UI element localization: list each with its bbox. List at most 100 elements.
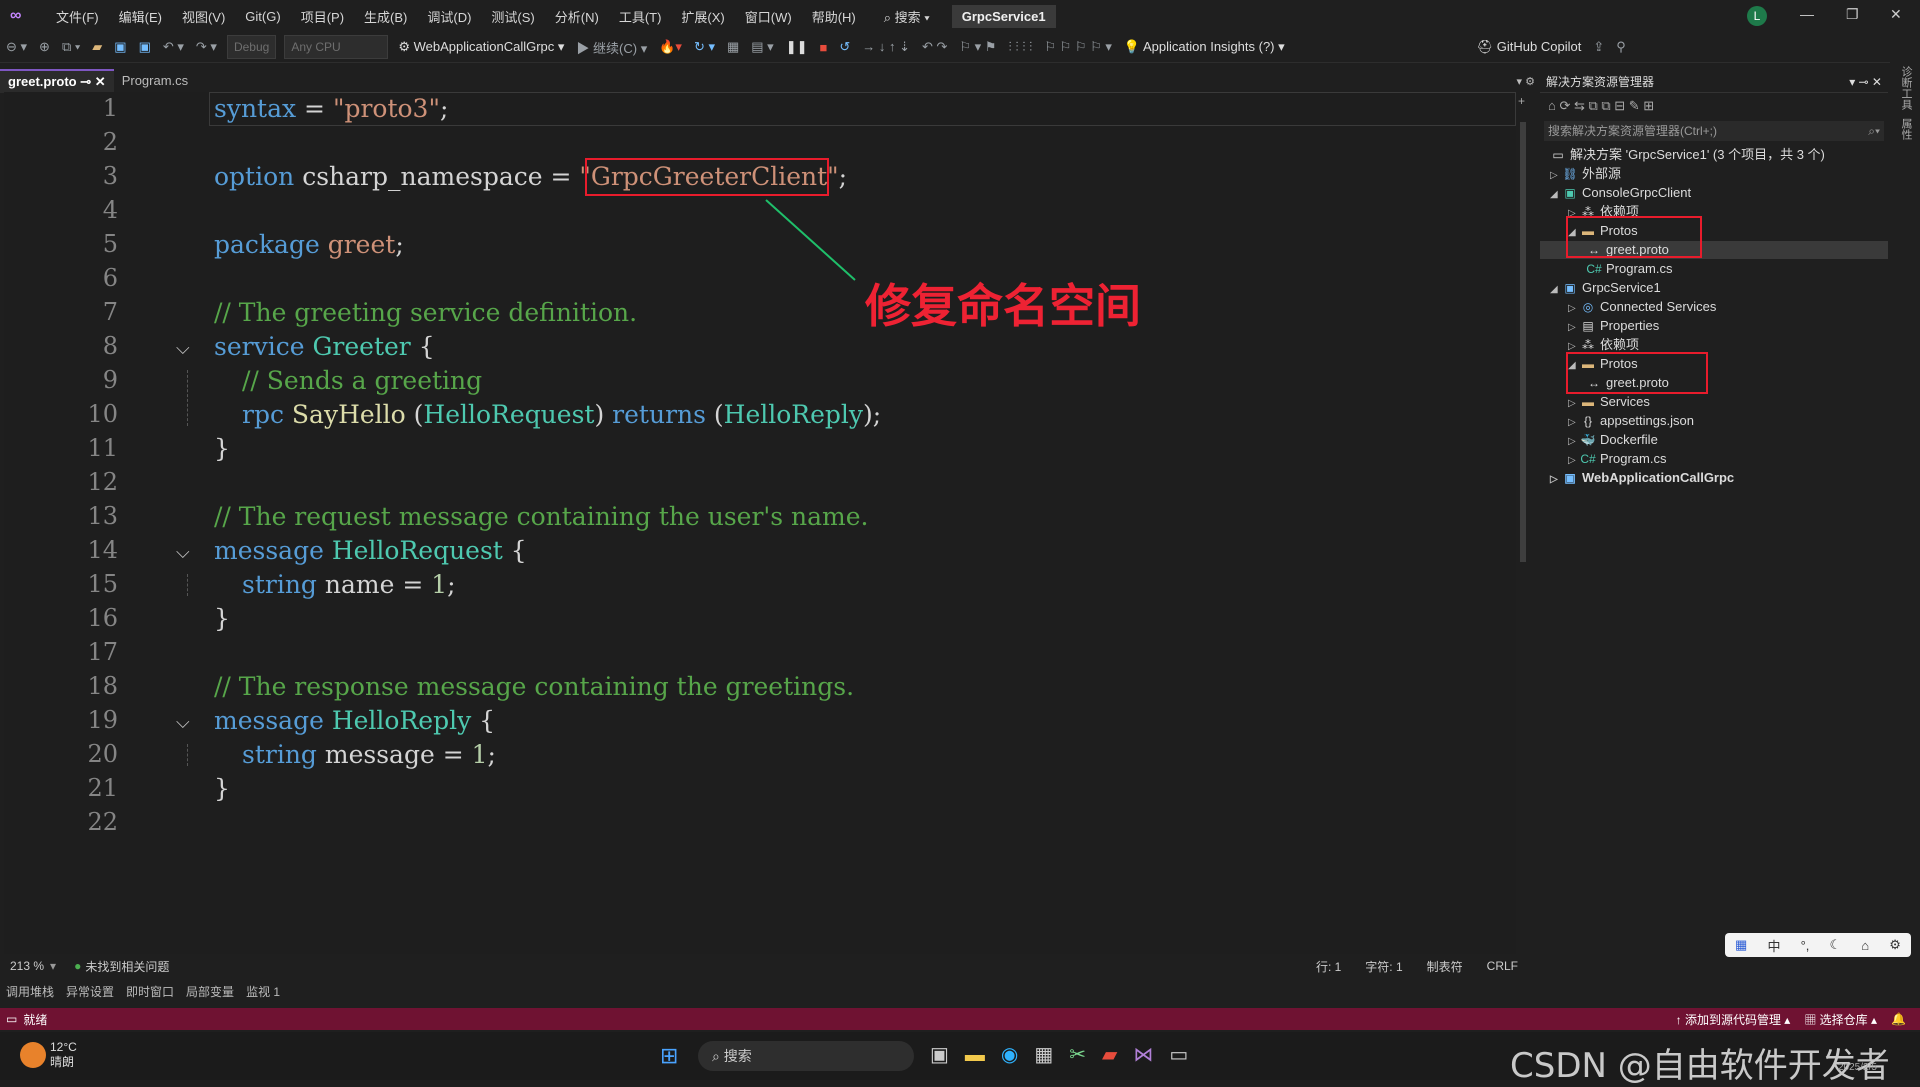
- task-view-icon[interactable]: ▣: [930, 1044, 965, 1066]
- store-icon[interactable]: ▦: [1034, 1044, 1069, 1066]
- tree-project-console[interactable]: ◢ ▣ ConsoleGrpcClient: [1550, 184, 1691, 202]
- tree-label: Properties: [1600, 318, 1660, 333]
- add-source-control[interactable]: ↑ 添加到源代码管理 ▴: [1676, 1011, 1805, 1028]
- taskbar-date: 2025/2/5: [1838, 1062, 1877, 1073]
- tree-properties[interactable]: ▷ ▤ Properties: [1568, 317, 1659, 335]
- editor-status-bar: 213 % ▾ ● 未找到相关问题 行: 1 字符: 1 制表符 CRLF: [4, 955, 1530, 977]
- tree-label: Program.cs: [1606, 261, 1673, 276]
- windows-taskbar: 12°C 晴朗 ⊞ ⌕ 搜索 ▣▬◉▦✂▰⋈▭ CSDN @自由软件开发者 202…: [0, 1032, 1920, 1086]
- tree-label: ConsoleGrpcClient: [1582, 185, 1692, 200]
- solution-search-input[interactable]: 搜索解决方案资源管理器(Ctrl+;) ⌕▾: [1544, 121, 1884, 141]
- solution-explorer-toolbar: ⌂ ⟳ ⇆ ⧉ ⧉ ⊟ ✎ ⊞: [1540, 93, 1888, 119]
- ready-status: 就绪: [23, 1012, 48, 1027]
- chevron-right-icon[interactable]: ▷: [1568, 319, 1580, 337]
- file-explorer-icon[interactable]: ▬: [965, 1044, 1001, 1066]
- status-window-icon: ▭: [6, 1012, 18, 1026]
- tree-label: Services: [1600, 394, 1650, 409]
- tree-dockerfile[interactable]: ▷ 🐳 Dockerfile: [1568, 431, 1658, 449]
- temperature: 12°C: [50, 1040, 77, 1054]
- chevron-right-icon[interactable]: ▷: [1568, 395, 1580, 413]
- chevron-down-icon[interactable]: ◢: [1550, 186, 1562, 204]
- issues-status[interactable]: 未找到相关问题: [85, 958, 169, 975]
- project-icon: ▣: [1564, 281, 1576, 295]
- tree-label: 依赖项: [1600, 337, 1640, 352]
- eol-indicator[interactable]: CRLF: [1475, 959, 1530, 973]
- windows-start-icon[interactable]: ⊞: [660, 1043, 678, 1069]
- select-repository[interactable]: ▦ 选择仓库 ▴: [1804, 1011, 1891, 1028]
- edge-icon[interactable]: ◉: [1001, 1044, 1034, 1066]
- ime-skin-icon[interactable]: ⌂: [1861, 938, 1869, 953]
- close-icon[interactable]: ▾ ⊸ ✕: [1849, 72, 1888, 92]
- tree-connected-services[interactable]: ▷ ◎ Connected Services: [1568, 298, 1716, 316]
- tab-call-stack[interactable]: 调用堆栈: [0, 983, 60, 1000]
- properties-icon: ▤: [1582, 319, 1594, 333]
- chevron-right-icon[interactable]: ▷: [1568, 452, 1580, 470]
- terminal-icon[interactable]: ▭: [1169, 1044, 1204, 1066]
- indent-indicator[interactable]: 制表符: [1415, 958, 1475, 975]
- chevron-right-icon[interactable]: ▷: [1568, 433, 1580, 451]
- snipping-icon[interactable]: ✂: [1069, 1044, 1102, 1066]
- weather-icon[interactable]: [20, 1042, 46, 1068]
- vs-status-bar: ▭ 就绪 ↑ 添加到源代码管理 ▴ ▦ 选择仓库 ▴ 🔔: [0, 1008, 1920, 1030]
- visual-studio-icon[interactable]: ⋈: [1133, 1044, 1169, 1066]
- tree-label: 外部源: [1582, 166, 1622, 181]
- diagnostic-tools-tab[interactable]: 诊断工具: [1890, 62, 1920, 114]
- mail-icon[interactable]: ▰: [1102, 1044, 1133, 1066]
- protos-highlight-box-console: [1566, 216, 1702, 258]
- tree-label: Dockerfile: [1600, 432, 1658, 447]
- ime-settings[interactable]: ⚙: [1889, 937, 1901, 953]
- zoom-level[interactable]: 213 %: [4, 959, 50, 973]
- tab-exception-settings[interactable]: 异常设置: [60, 983, 120, 1000]
- tree-project-webapp[interactable]: ▷ ▣ WebApplicationCallGrpc: [1550, 469, 1734, 487]
- ime-moon[interactable]: ☾: [1830, 937, 1842, 953]
- tab-watch[interactable]: 监视 1: [240, 983, 286, 1000]
- docker-icon: 🐳: [1580, 433, 1596, 447]
- tree-appsettings[interactable]: ▷{} appsettings.json: [1568, 412, 1694, 430]
- editor-scrollbar[interactable]: +: [1516, 92, 1530, 954]
- chevron-right-icon[interactable]: ▷: [1568, 414, 1580, 432]
- tree-program-cs-service[interactable]: ▷ C# Program.cs: [1568, 450, 1666, 468]
- solution-explorer-title: 解决方案资源管理器 ▾ ⊸ ✕: [1540, 72, 1888, 93]
- solution-explorer: 解决方案资源管理器 ▾ ⊸ ✕ ⌂ ⟳ ⇆ ⧉ ⧉ ⊟ ✎ ⊞ 搜索解决方案资源管…: [1540, 72, 1888, 972]
- chevron-down-icon[interactable]: ▾: [50, 959, 74, 973]
- tree-services[interactable]: ▷ ▬ Services: [1568, 393, 1650, 411]
- tree-label: appsettings.json: [1600, 413, 1694, 428]
- explorer-tools-icon[interactable]: ⌂ ⟳ ⇆ ⧉ ⧉ ⊟ ✎ ⊞: [1540, 98, 1654, 113]
- chevron-right-icon[interactable]: ▷: [1550, 471, 1562, 489]
- annotation-fix-namespace: 修复命名空间: [865, 279, 1141, 333]
- tree-program-cs-console[interactable]: C# Program.cs: [1586, 260, 1672, 278]
- project-icon: ▣: [1564, 471, 1576, 485]
- ime-logo-icon[interactable]: ▦: [1735, 937, 1747, 953]
- taskbar-apps[interactable]: ▣▬◉▦✂▰⋈▭: [930, 1042, 1204, 1067]
- bottom-tool-tabs: 调用堆栈 异常设置 即时窗口 局部变量 监视 1: [0, 980, 1920, 1002]
- tab-immediate[interactable]: 即时窗口: [120, 983, 180, 1000]
- tree-project-grpcservice[interactable]: ◢ ▣ GrpcService1: [1550, 279, 1661, 297]
- panel-title: 解决方案资源管理器: [1546, 75, 1655, 89]
- tree-label: GrpcService1: [1582, 280, 1661, 295]
- tree-label: Connected Services: [1600, 299, 1717, 314]
- weather-widget[interactable]: 12°C 晴朗: [50, 1040, 77, 1070]
- upload-arrow-icon: ↑: [1675, 1012, 1685, 1027]
- tree-external-sources[interactable]: ▷ ⛓ 外部源: [1550, 165, 1621, 183]
- project-icon: ▣: [1564, 186, 1576, 200]
- tab-locals[interactable]: 局部变量: [180, 983, 240, 1000]
- csharp-file-icon: C#: [1586, 262, 1602, 276]
- properties-tab[interactable]: 属性: [1890, 114, 1920, 144]
- json-file-icon: {}: [1583, 414, 1592, 428]
- folder-icon: ▬: [1582, 395, 1594, 409]
- split-icon[interactable]: +: [1518, 94, 1525, 108]
- taskbar-search[interactable]: ⌕ 搜索: [698, 1041, 914, 1071]
- ime-punct[interactable]: °,: [1801, 938, 1810, 953]
- chevron-right-icon[interactable]: ▷: [1568, 300, 1580, 318]
- repo-icon: ▦: [1804, 1012, 1820, 1027]
- scrollbar-thumb[interactable]: [1520, 122, 1526, 562]
- ime-mode[interactable]: 中: [1767, 936, 1780, 955]
- chevron-right-icon[interactable]: ▷: [1550, 167, 1562, 185]
- connected-services-icon: ◎: [1582, 300, 1594, 314]
- tree-solution[interactable]: ▭ 解决方案 'GrpcService1' (3 个项目，共 3 个): [1550, 146, 1825, 164]
- external-icon: ⛓: [1562, 167, 1578, 181]
- select-repo-label: 选择仓库: [1819, 1012, 1868, 1027]
- notification-bell-icon[interactable]: 🔔: [1891, 1012, 1920, 1026]
- chevron-down-icon[interactable]: ◢: [1550, 281, 1562, 299]
- check-circle-icon: ●: [74, 959, 82, 973]
